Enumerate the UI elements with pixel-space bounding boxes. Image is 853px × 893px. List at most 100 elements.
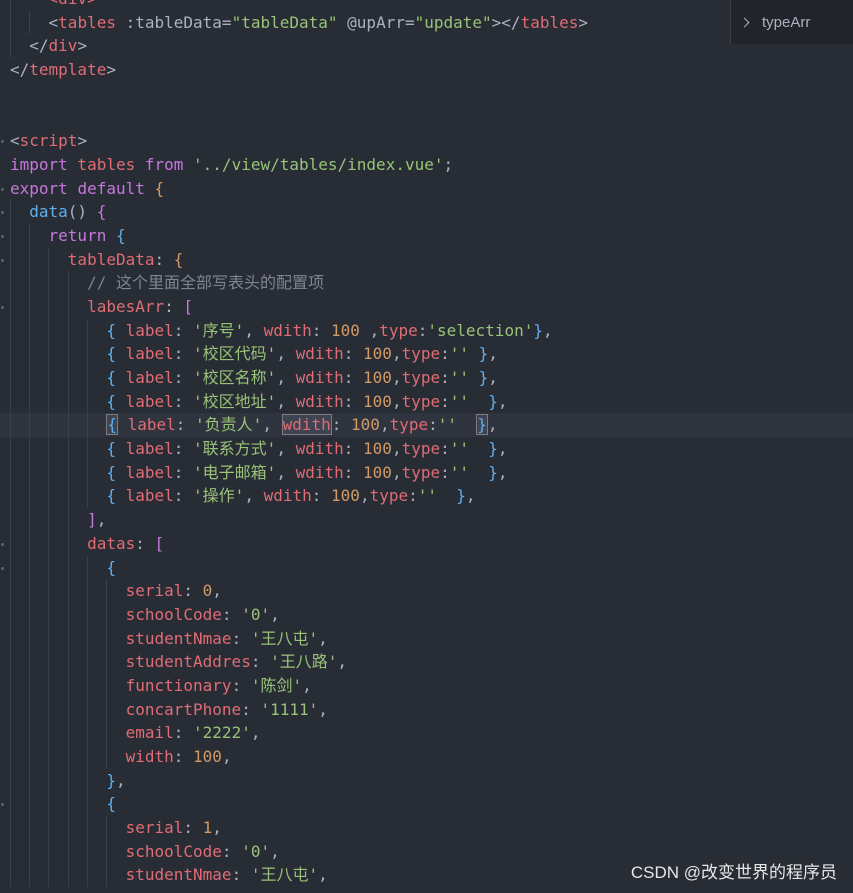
fold-marker-icon[interactable] — [0, 177, 8, 201]
code-token: '2222' — [193, 723, 251, 743]
code-token: , — [270, 604, 280, 624]
fold-marker-icon[interactable] — [0, 556, 8, 580]
code-line[interactable]: { — [0, 792, 853, 817]
code-text: schoolCode: '0', — [10, 603, 280, 627]
code-token: @upArr= — [337, 12, 415, 32]
code-line[interactable]: email: '2222', — [0, 721, 853, 745]
code-token: schoolCode — [125, 841, 222, 861]
code-token: default — [77, 178, 145, 198]
code-line[interactable]: studentAddres: '王八路', — [0, 650, 853, 674]
code-token: , — [391, 391, 402, 411]
code-token: { — [106, 320, 116, 340]
code-line[interactable]: datas: [ — [0, 531, 853, 556]
code-token: : — [135, 533, 155, 553]
code-editor[interactable]: <div> <tables :tableData="tableData" @up… — [0, 0, 853, 888]
fold-marker-icon[interactable] — [0, 224, 8, 248]
code-line[interactable]: { label: '负责人', wdith: 100,type:'' }, — [0, 413, 853, 438]
code-token: template — [29, 60, 107, 80]
code-line[interactable]: </div> — [0, 34, 853, 59]
code-line[interactable]: <div> — [0, 0, 853, 11]
code-line[interactable]: // 这个里面全部写表头的配置项 — [0, 271, 853, 295]
code-line[interactable]: width: 100, — [0, 745, 853, 769]
code-line[interactable]: { label: '校区代码', wdith: 100,type:'' }, — [0, 342, 853, 366]
code-token: : — [440, 344, 450, 364]
code-token: : — [173, 368, 194, 387]
code-line[interactable]: functionary: '陈剑', — [0, 673, 853, 698]
code-token: concartPhone — [125, 699, 242, 719]
code-line[interactable]: { label: '电子邮箱', wdith: 100,type:'' }, — [0, 460, 853, 485]
code-line[interactable]: { label: '校区地址', wdith: 100,type:'' }, — [0, 389, 853, 414]
code-line[interactable]: { label: '序号', wdith: 100 ,type:'selecti… — [0, 318, 853, 343]
code-token: : — [154, 249, 174, 269]
code-line[interactable]: return { — [0, 223, 853, 248]
code-token: : — [221, 604, 242, 624]
code-line[interactable]: { label: '校区名称', wdith: 100,type:'' }, — [0, 366, 853, 390]
code-token: : — [311, 486, 332, 506]
code-token: wdith — [281, 414, 332, 436]
code-line[interactable]: data() { — [0, 200, 853, 224]
code-token: tableData — [67, 249, 155, 269]
code-token: tables — [67, 154, 145, 174]
code-line[interactable] — [0, 105, 853, 129]
code-line[interactable]: { — [0, 555, 853, 580]
code-line[interactable]: studentNmae: '王八屯', — [0, 626, 853, 651]
code-line[interactable]: <script> — [0, 129, 853, 153]
code-token: , — [212, 581, 222, 601]
outline-breadcrumb[interactable]: typeArr — [730, 0, 853, 44]
code-line[interactable]: { label: '操作', wdith: 100,type:'' }, — [0, 484, 853, 509]
watermark: CSDN @改变世界的程序员 — [630, 863, 837, 882]
code-token: , — [276, 462, 296, 482]
code-line[interactable]: labesArr: [ — [0, 294, 853, 319]
code-line[interactable]: export default { — [0, 177, 853, 201]
code-token: '' — [437, 415, 458, 435]
code-text: }, — [10, 769, 125, 793]
code-token: 100 — [363, 368, 392, 387]
code-line[interactable]: serial: 0, — [0, 579, 853, 603]
code-line[interactable]: schoolCode: '0', — [0, 602, 853, 627]
code-token: from — [144, 154, 184, 174]
fold-marker-icon[interactable] — [0, 129, 8, 153]
fold-marker-icon[interactable] — [0, 295, 8, 319]
code-token: '1111' — [260, 699, 319, 719]
code-text: { — [10, 556, 116, 580]
code-token: { — [106, 794, 116, 814]
code-token: type — [401, 368, 441, 387]
fold-marker-icon[interactable] — [0, 200, 8, 224]
code-line[interactable]: <tables :tableData="tableData" @upArr="u… — [0, 10, 853, 35]
code-line[interactable]: { label: '联系方式', wdith: 100,type:'' }, — [0, 437, 853, 461]
code-token: type — [389, 415, 429, 435]
code-line[interactable]: }, — [0, 768, 853, 793]
code-token: wdith — [295, 439, 344, 459]
code-line[interactable]: import tables from '../view/tables/index… — [0, 153, 853, 177]
code-token: : — [173, 439, 194, 459]
code-token: , — [488, 368, 498, 387]
fold-marker-icon[interactable] — [0, 792, 8, 816]
code-line[interactable]: serial: 1, — [0, 816, 853, 840]
code-token: : — [173, 320, 194, 340]
code-line[interactable]: tableData: { — [0, 247, 853, 272]
code-token: label — [125, 391, 174, 411]
code-token: , — [391, 439, 402, 459]
code-text: concartPhone: '1111', — [10, 698, 328, 722]
code-line[interactable]: concartPhone: '1111', — [0, 697, 853, 722]
fold-marker-icon[interactable] — [0, 532, 8, 556]
code-text: <tables :tableData="tableData" @upArr="u… — [10, 11, 588, 35]
fold-marker-icon[interactable] — [0, 248, 8, 272]
code-line[interactable]: ], — [0, 508, 853, 532]
code-token: div — [48, 36, 78, 56]
code-line[interactable] — [0, 82, 853, 106]
code-token: : — [173, 723, 194, 743]
code-line[interactable]: </template> — [0, 58, 853, 82]
code-token: , — [318, 865, 328, 885]
